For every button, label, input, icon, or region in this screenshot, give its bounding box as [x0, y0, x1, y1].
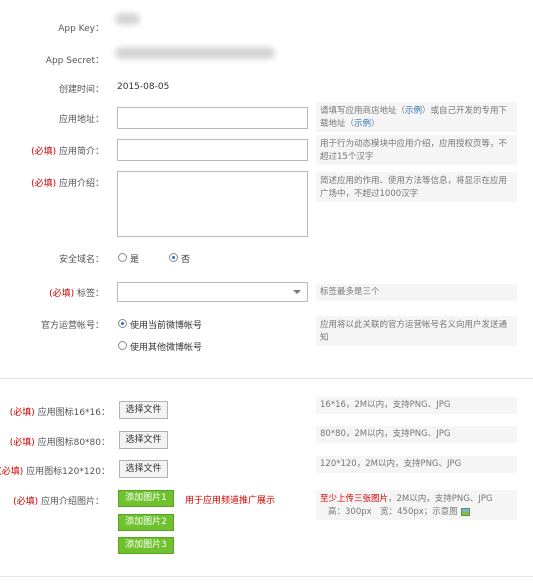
icon16-choose-file-button[interactable]: 选择文件: [119, 401, 168, 419]
intro-label: (必填) 应用介绍：: [31, 176, 104, 189]
intro-images-label: (必填) 应用介绍图片：: [13, 494, 104, 507]
app-url-input[interactable]: [117, 107, 308, 129]
icon120-hint: 120*120，2M以内，支持PNG、JPG: [316, 456, 517, 473]
icon120-label: (必填) 应用图标120*120：: [0, 464, 110, 477]
intro-images-note: 用于应用频道推广展示: [185, 496, 276, 506]
domain-no-radio[interactable]: [169, 253, 178, 262]
intro-required-mark: (必填): [31, 179, 57, 189]
app-key-label: App Key：: [58, 24, 104, 34]
app-secret-label: App Secret：: [45, 56, 104, 66]
bottom-divider: [0, 576, 533, 577]
intro-images-hint-size: 高：300px 宽：450px；示意图: [328, 507, 458, 517]
app-url-label: 应用地址：: [58, 115, 104, 125]
add-image-2-button[interactable]: 添加图片2: [118, 514, 174, 531]
domain-no-label: 否: [181, 255, 191, 265]
icon16-label-text: 应用图标16*16：: [34, 408, 110, 418]
app-url-example-link-2[interactable]: 示例: [354, 119, 371, 129]
created-value: 2015-08-05: [117, 82, 170, 92]
icon16-hint: 16*16，2M以内，支持PNG、JPG: [316, 397, 517, 414]
domain-yes-radio[interactable]: [118, 253, 127, 262]
intro-images-hint-min: 至少上传三张图片: [320, 494, 389, 504]
domain-yes-label: 是: [130, 255, 140, 265]
app-url-hint-text-c: ）: [371, 119, 380, 129]
official-account-hint: 应用将以此关联的官方运营帐号名义向用户发送通知: [316, 316, 517, 346]
icon80-label: (必填) 应用图标80*80：: [10, 435, 110, 448]
tags-label: (必填) 标签：: [49, 286, 104, 299]
intro-hint: 简述应用的作用、使用方法等信息，将显示在应用广场中，不超过1000汉字: [316, 172, 517, 202]
icon80-label-text: 应用图标80*80：: [34, 438, 110, 448]
summary-required-mark: (必填): [31, 147, 57, 157]
summary-hint: 用于行为动态模块中应用介绍，应用授权页等，不超过15个汉字: [316, 135, 517, 165]
add-image-1-button[interactable]: 添加图片1: [118, 490, 174, 507]
tags-select[interactable]: [117, 282, 308, 302]
app-url-example-link-1[interactable]: 示例: [405, 106, 422, 116]
icon120-label-text: 应用图标120*120：: [23, 467, 110, 477]
icon16-required-mark: (必填): [9, 408, 35, 418]
summary-input[interactable]: [117, 139, 308, 161]
official-other-radio[interactable]: [118, 341, 127, 350]
icon120-choose-file-button[interactable]: 选择文件: [119, 460, 168, 478]
section-divider: [0, 378, 533, 379]
intro-textarea[interactable]: [117, 171, 308, 237]
tags-label-text: 标签：: [74, 289, 104, 299]
intro-images-hint: 至少上传三张图片，2M以内，支持PNG、JPG 高：300px 宽：450px；…: [316, 490, 517, 520]
icon16-label: (必填) 应用图标16*16：: [10, 405, 110, 418]
chevron-down-icon: [293, 290, 301, 294]
app-key-value-redacted: [115, 13, 140, 25]
summary-label: (必填) 应用简介：: [31, 144, 104, 157]
icon80-choose-file-button[interactable]: 选择文件: [119, 431, 168, 449]
icon120-required-mark: (必填): [0, 467, 24, 477]
created-label: 创建时间：: [58, 85, 104, 95]
domain-label: 安全域名：: [58, 255, 104, 265]
intro-images-hint-rest: ，2M以内，支持PNG、JPG: [388, 494, 493, 504]
icon80-hint: 80*80，2M以内，支持PNG、JPG: [316, 426, 517, 443]
summary-label-text: 应用简介：: [56, 147, 104, 157]
intro-label-text: 应用介绍：: [56, 179, 104, 189]
image-preview-icon[interactable]: [460, 507, 470, 516]
tags-required-mark: (必填): [49, 289, 75, 299]
add-image-3-button[interactable]: 添加图片3: [118, 537, 174, 554]
intro-images-label-text: 应用介绍图片：: [38, 497, 104, 507]
official-account-label: 官方运营帐号：: [40, 321, 104, 331]
app-url-hint-text-a: 请填写应用商店地址（: [320, 106, 406, 116]
official-current-radio[interactable]: [118, 319, 127, 328]
intro-images-required-mark: (必填): [13, 497, 39, 507]
tags-hint: 标签最多是三个: [316, 284, 517, 301]
app-secret-value-redacted: [115, 47, 275, 59]
official-current-label: 使用当前微博帐号: [130, 321, 203, 331]
app-url-hint: 请填写应用商店地址（示例）或自己开发的专用下载地址（示例）: [316, 102, 517, 132]
official-other-label: 使用其他微博帐号: [130, 343, 203, 353]
icon80-required-mark: (必填): [9, 438, 35, 448]
